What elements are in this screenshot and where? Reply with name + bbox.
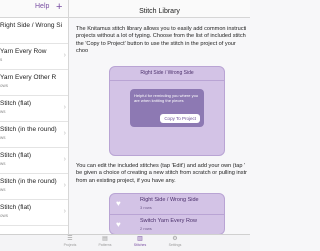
add-stitch-button[interactable]: + [56,0,62,15]
example-header: Right Side / Wrong Side [110,67,224,81]
list-item-title: Right Side / Wrong Side [0,22,62,29]
card-subtitle: 3 rows [140,205,152,210]
list-item-subtitle: ws [0,161,6,166]
example-screenshot: Right Side / Wrong Side Helpful for remi… [109,66,225,156]
tab-label: Projects [63,243,77,247]
tab-patterns[interactable]: ▤ Patterns [90,235,120,251]
chevron-right-icon: › [63,52,66,59]
page-title: Stitch Library [139,8,180,15]
list-item-title: Stitch (in the round) [0,178,57,185]
patterns-icon: ▤ [102,236,108,242]
tab-label: Stitches [133,243,147,247]
example-stitch-card: ♥ Right Side / Wrong Side 3 rows [109,193,225,215]
example-panel-text: Helpful for reminding you where you are … [134,93,199,103]
settings-icon: ⚙ [172,236,178,242]
tab-projects[interactable]: ☰ Projects [55,235,85,251]
list-item-title: Stitch (flat) [0,152,32,159]
chevron-right-icon: › [63,182,66,189]
tab-bar: ☰ Projects ▤ Patterns ▥ Stitches ⚙ Setti… [0,234,250,251]
list-item-subtitle: ws [0,109,6,114]
list-item-title: Stitch (flat) [0,204,32,211]
list-item-subtitle: ows [0,83,9,88]
list-item[interactable]: Right Side / Wrong Side [0,18,68,44]
list-item[interactable]: Stitch (in the round) ws › [0,174,68,200]
copy-to-project-button: Copy To Project [160,114,200,123]
card-title: Right Side / Wrong Side [140,197,199,203]
chevron-right-icon: › [63,104,66,111]
stitch-library-detail: Stitch Library The Knitamus stitch libra… [69,0,250,235]
card-title: Switch Yarn Every Row [140,218,197,224]
intro-paragraph: The Knitamus stitch library allows you t… [76,26,247,55]
edit-paragraph: You can edit the included stitches (tap … [76,163,248,184]
list-item[interactable]: Stitch (in the round) ws › [0,122,68,148]
projects-icon: ☰ [67,236,73,242]
help-button[interactable]: Help [35,3,49,10]
list-item-title: Yarn Every Row [0,48,47,55]
example-panel: Helpful for reminding you where you are … [130,89,204,127]
tab-label: Settings [168,243,182,247]
chevron-right-icon: › [63,156,66,163]
list-item-subtitle: ows [0,213,9,218]
list-item[interactable]: Yarn Every Row s › [0,44,68,70]
list-item-subtitle: ws [0,187,6,192]
list-item-title: Stitch (flat) [0,100,32,107]
card-subtitle: 2 rows [140,226,152,231]
chevron-right-icon: › [63,208,66,215]
list-item[interactable]: Stitch (flat) ows › [0,200,68,226]
example-stitch-card: ♥ Switch Yarn Every Row 2 rows [109,214,225,235]
list-item[interactable]: Stitch (flat) ws › [0,148,68,174]
list-item-title: Yarn Every Other R [0,74,57,81]
stitch-list-pane: Help + Right Side / Wrong Side Yarn Ever… [0,0,69,234]
heart-icon: ♥ [116,199,121,208]
list-toolbar: Help + [0,0,68,18]
list-item[interactable]: Yarn Every Other R ows [0,70,68,96]
heart-icon: ♥ [116,220,121,229]
detail-toolbar: Stitch Library [69,0,250,18]
list-item[interactable]: Stitch (flat) ws › [0,96,68,122]
tab-stitches[interactable]: ▥ Stitches [125,235,155,251]
list-item-subtitle: ws [0,135,6,140]
list-item-title: Stitch (in the round) [0,126,57,133]
stitches-icon: ▥ [137,236,143,242]
list-item-subtitle: s [0,57,3,62]
chevron-right-icon: › [63,130,66,137]
tab-settings[interactable]: ⚙ Settings [160,235,190,251]
tab-label: Patterns [98,243,112,247]
